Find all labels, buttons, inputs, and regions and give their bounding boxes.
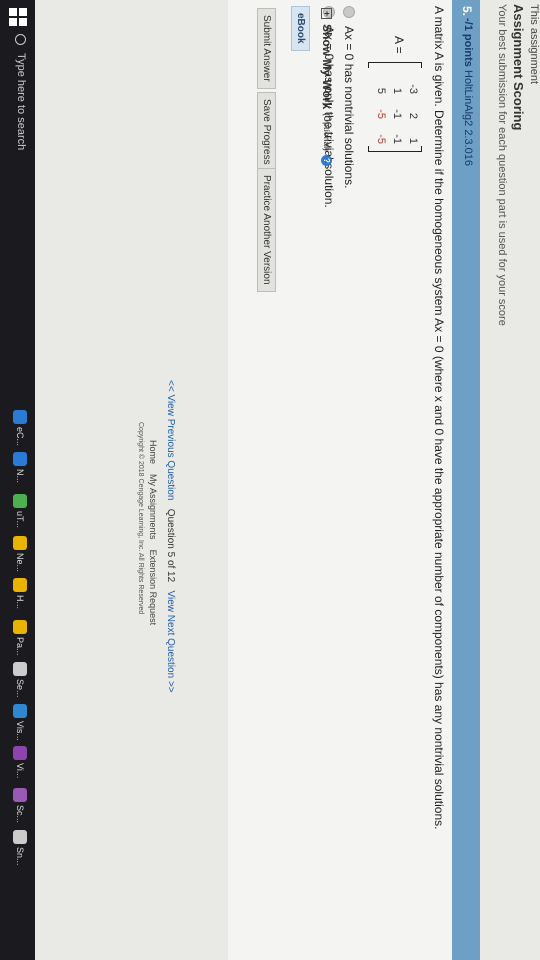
windows-start-icon[interactable] (9, 8, 27, 26)
matrix-cell: 5 (375, 87, 387, 94)
taskbar-app-button[interactable]: Sn... (13, 830, 27, 866)
assignment-scoring-description: Your best submission for each question p… (496, 4, 508, 326)
taskbar-app-label: H... (15, 595, 25, 610)
windows-taskbar: Type here to search eC... N... uT... Ne... H… (0, 0, 35, 960)
show-my-work-title: Show My Work (320, 24, 334, 110)
app-icon (13, 830, 27, 844)
matrix-cell: -1 (391, 134, 403, 144)
question-counter: Question 5 of 12 (165, 508, 176, 583)
app-icon (13, 494, 27, 508)
taskbar-app-label: Sc... (15, 805, 25, 824)
taskbar-app-label: Se... (15, 679, 25, 698)
app-icon (13, 452, 27, 466)
taskbar-app-button[interactable]: Vis... (13, 704, 27, 741)
matrix-row: 1 -1 -1 (391, 72, 403, 144)
matrix-a: -3 2 1 1 -1 -1 5 -5 -5 (368, 62, 422, 152)
view-previous-question-link[interactable]: << View Previous Question (165, 380, 176, 500)
answer-option-nontrivial[interactable]: Ax = 0 has nontrivial solutions. (342, 6, 356, 188)
question-navigation: << View Previous Question Question 5 of … (165, 380, 176, 693)
taskbar-app-button[interactable]: Pa... (13, 620, 27, 656)
matrix-cell: 1 (391, 87, 403, 94)
matrix-right-bracket (368, 146, 422, 152)
copyright-text: Copyright © 2018 Cengage Learning, Inc. … (137, 422, 144, 615)
taskbar-app-button[interactable]: N... (13, 452, 27, 483)
matrix-cell: -1 (391, 109, 403, 119)
matrix-row: 5 -5 -5 (375, 72, 387, 144)
taskbar-app-button[interactable]: Vi... (13, 746, 27, 778)
app-icon (13, 746, 27, 760)
matrix-row: -3 2 1 (407, 72, 419, 144)
show-my-work-optional: (Optional) (322, 113, 332, 151)
show-my-work-panel: + Show My Work (Optional) ? Submit Answe… (240, 0, 336, 960)
matrix-cell: 1 (407, 137, 419, 144)
help-icon[interactable]: ? (321, 154, 333, 166)
taskbar-app-label: Sn... (15, 847, 25, 866)
footer-links: Home My Assignments Extension Request (148, 440, 158, 625)
show-my-work-toggle[interactable]: + Show My Work (Optional) ? (320, 8, 334, 166)
practice-another-version-button[interactable]: Practice Another Version (257, 168, 276, 292)
assignment-scoring-title: Assignment Scoring (511, 4, 526, 131)
app-icon (13, 410, 27, 424)
search-icon (15, 34, 27, 45)
question-prompt: A matrix A is given. Determine if the ho… (432, 6, 446, 830)
view-next-question-link[interactable]: View Next Question >> (165, 591, 176, 693)
taskbar-app-label: Vis... (15, 721, 25, 741)
app-icon (13, 704, 27, 718)
question-reference-link[interactable]: HoltLinAlg2 2.3.016 (462, 70, 474, 166)
answer-option-label: Ax = 0 has nontrivial solutions. (342, 26, 356, 189)
matrix-cell: -5 (375, 109, 387, 119)
home-link[interactable]: Home (148, 440, 158, 464)
taskbar-app-label: Ne... (15, 553, 25, 573)
app-icon (13, 788, 27, 802)
save-progress-button[interactable]: Save Progress (257, 92, 276, 172)
taskbar-app-button[interactable]: Se... (13, 662, 27, 698)
question-points: -/1 points (462, 18, 474, 67)
taskbar-app-button[interactable]: Sc... (13, 788, 27, 823)
matrix-cell: -5 (375, 134, 387, 144)
taskbar-app-button[interactable]: H... (13, 578, 27, 609)
taskbar-app-button[interactable]: eC... (13, 410, 27, 446)
matrix-label: A = (392, 36, 406, 54)
expand-plus-icon[interactable]: + (321, 8, 333, 19)
taskbar-search-box[interactable]: Type here to search (15, 34, 27, 150)
app-icon (13, 536, 27, 550)
question-header-bar: 5. -/1 points HoltLinAlg2 2.3.016 (451, 0, 480, 960)
extension-request-link[interactable]: Extension Request (148, 550, 158, 626)
submit-answer-button[interactable]: Submit Answer (257, 8, 276, 89)
taskbar-app-label: N... (15, 469, 25, 484)
app-icon (13, 662, 27, 676)
taskbar-app-label: Vi... (15, 763, 25, 779)
my-assignments-link[interactable]: My Assignments (148, 474, 158, 540)
taskbar-app-button[interactable]: uT... (13, 494, 27, 528)
radio-button[interactable] (343, 6, 355, 18)
matrix-left-bracket (368, 62, 422, 68)
taskbar-app-label: eC... (15, 427, 25, 447)
taskbar-app-label: Pa... (15, 637, 25, 656)
matrix-cell: -3 (407, 84, 419, 94)
app-icon (13, 578, 27, 592)
question-number: 5. (460, 6, 474, 17)
matrix-cell: 2 (407, 112, 419, 119)
taskbar-app-label: uT... (15, 511, 25, 529)
app-icon (13, 620, 27, 634)
page-top-title: This assignment (528, 4, 540, 85)
screen: This assignment Assignment Scoring Your … (0, 0, 540, 960)
taskbar-app-button[interactable]: Ne... (13, 536, 27, 572)
taskbar-search-placeholder: Type here to search (15, 53, 27, 151)
